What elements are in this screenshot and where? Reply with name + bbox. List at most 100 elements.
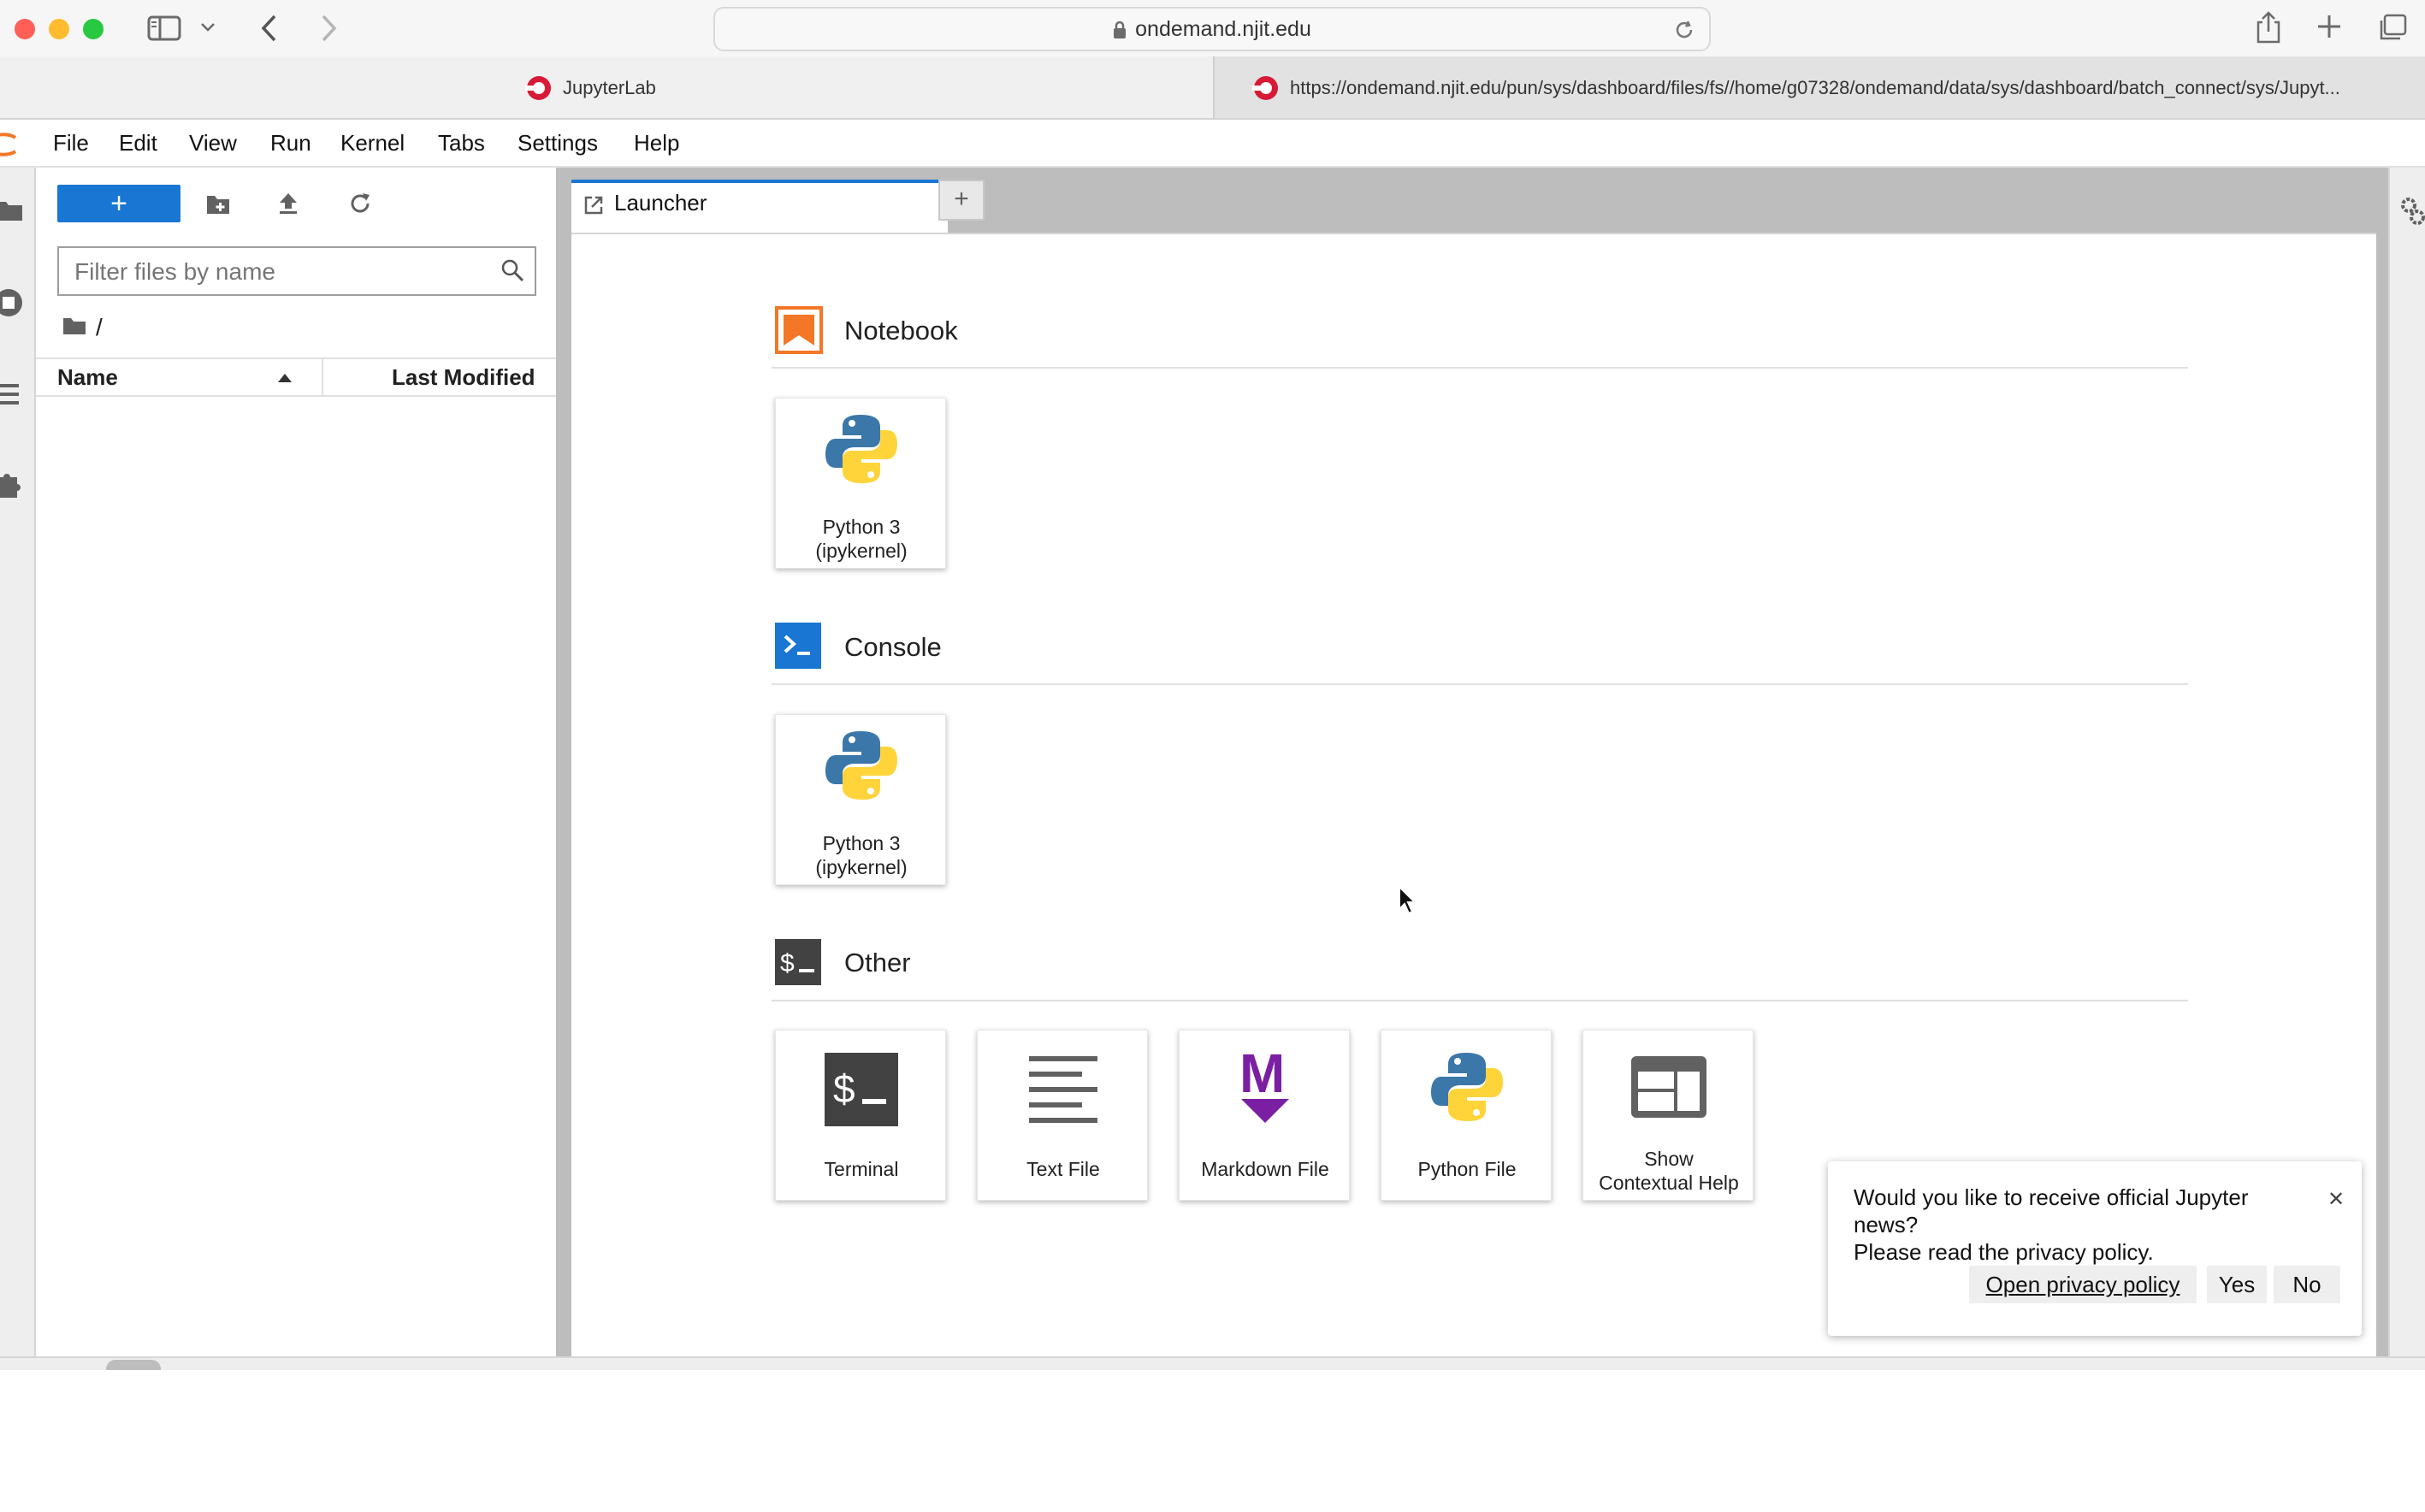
close-icon[interactable]: ✕ [2327, 1187, 2345, 1212]
refresh-icon[interactable] [348, 192, 372, 216]
svg-text:$: $ [833, 1066, 855, 1111]
menu-edit[interactable]: Edit [119, 120, 157, 166]
minimize-window-button[interactable] [49, 19, 69, 39]
dock-tabbar: Launcher + [558, 168, 2388, 233]
mouse-cursor-icon [1398, 885, 1418, 916]
launcher-icon [583, 195, 604, 216]
folder-home-icon[interactable] [62, 316, 87, 336]
card-label: Terminal [824, 1158, 899, 1180]
menu-tabs[interactable]: Tabs [438, 120, 485, 166]
close-window-button[interactable] [15, 19, 35, 39]
launcher-card-markdown-file[interactable]: M Markdown File [1179, 1030, 1350, 1201]
sort-ascending-icon [277, 373, 293, 383]
browser-tab-files[interactable]: https://ondemand.njit.edu/pun/sys/dashbo… [1213, 56, 2425, 118]
tab-overview-icon[interactable] [2378, 14, 2407, 41]
menu-kernel[interactable]: Kernel [340, 120, 405, 166]
card-label: Python 3 (ipykernel) [815, 832, 908, 878]
file-list-header: Name Last Modified [36, 357, 556, 397]
other-section-title: Other [844, 948, 911, 977]
ondemand-favicon-icon [525, 74, 553, 102]
upload-icon[interactable] [277, 192, 299, 216]
lock-icon [1113, 21, 1127, 39]
text-file-icon [1029, 1054, 1097, 1123]
yes-button[interactable]: Yes [2207, 1266, 2267, 1303]
sidebar-toggle-icon[interactable] [147, 15, 181, 42]
menu-view[interactable]: View [189, 120, 237, 166]
open-privacy-policy-button[interactable]: Open privacy policy [1969, 1266, 2197, 1303]
browser-tab-title: JupyterLab [563, 77, 656, 98]
extension-manager-icon[interactable] [0, 469, 24, 499]
card-label: Text File [1026, 1158, 1100, 1180]
card-label: Python File [1417, 1158, 1517, 1180]
launcher-card-python-file[interactable]: Python File [1381, 1030, 1552, 1201]
section-divider [772, 683, 2188, 685]
browser-tab-jupyterlab[interactable]: JupyterLab [0, 56, 1213, 118]
right-sidebar [2388, 168, 2425, 1356]
section-divider [772, 367, 2188, 369]
card-label: Markdown File [1201, 1158, 1329, 1180]
launcher-card-text-file[interactable]: Text File [977, 1030, 1148, 1201]
notebook-section-title: Notebook [844, 316, 958, 346]
column-header-name[interactable]: Name [57, 359, 118, 395]
filter-files-box [57, 246, 536, 296]
status-bar [0, 1356, 2425, 1370]
menu-run[interactable]: Run [270, 120, 311, 166]
new-tab-icon[interactable] [2316, 14, 2342, 39]
share-icon[interactable] [2255, 10, 2282, 44]
python-logo-icon [824, 411, 899, 487]
column-header-last-modified[interactable]: Last Modified [392, 359, 535, 395]
other-section-icon: $ [775, 939, 821, 985]
launcher-card-console-python3[interactable]: Python 3 (ipykernel) [775, 714, 946, 885]
filter-files-input[interactable] [73, 255, 487, 289]
svg-text:$: $ [780, 949, 795, 977]
menu-file[interactable]: File [53, 120, 89, 166]
python-logo-icon [1429, 1049, 1505, 1125]
address-bar[interactable]: ondemand.njit.edu [713, 7, 1711, 51]
card-label: Python 3 (ipykernel) [815, 516, 908, 562]
folder-icon[interactable] [0, 198, 24, 222]
new-launcher-button[interactable]: + [57, 185, 180, 222]
property-inspector-gear-icon[interactable] [2400, 197, 2425, 227]
python-logo-icon [824, 728, 899, 803]
card-label: Show Contextual Help [1599, 1148, 1739, 1194]
console-section-title: Console [844, 632, 942, 662]
console-section-icon [775, 623, 821, 669]
section-divider [772, 1000, 2188, 1001]
chevron-down-icon[interactable] [200, 22, 216, 32]
file-browser-panel: + / Name Last Modified [36, 168, 558, 1356]
terminal-icon: $ [825, 1053, 898, 1126]
running-sessions-icon[interactable] [0, 286, 26, 320]
launcher-card-contextual-help[interactable]: Show Contextual Help [1582, 1030, 1754, 1201]
menu-help[interactable]: Help [634, 120, 679, 166]
tab-launcher[interactable]: Launcher [571, 180, 948, 233]
zoom-window-button[interactable] [83, 19, 104, 39]
browser-titlebar: ondemand.njit.edu [0, 0, 2425, 56]
launcher-card-notebook-python3[interactable]: Python 3 (ipykernel) [775, 398, 946, 569]
new-folder-icon[interactable] [205, 193, 231, 216]
breadcrumb-root[interactable]: / [96, 314, 103, 341]
browser-tab-title: https://ondemand.njit.edu/pun/sys/dashbo… [1290, 77, 2340, 98]
contextual-help-icon [1631, 1056, 1706, 1118]
browser-tabstrip: JupyterLab https://ondemand.njit.edu/pun… [0, 56, 2425, 120]
search-icon [500, 258, 524, 282]
back-icon[interactable] [259, 14, 278, 43]
jupyter-logo-icon [0, 130, 21, 159]
news-notification: Would you like to receive official Jupyt… [1828, 1161, 2362, 1336]
notebook-section-icon [775, 306, 823, 354]
simple-mode-toggle[interactable] [106, 1360, 161, 1370]
add-tab-button[interactable]: + [938, 180, 985, 221]
no-button[interactable]: No [2274, 1266, 2340, 1303]
svg-text:M: M [1239, 1046, 1285, 1104]
forward-icon[interactable] [320, 14, 339, 43]
column-divider[interactable] [322, 359, 323, 395]
table-of-contents-icon[interactable] [0, 381, 24, 407]
menu-settings[interactable]: Settings [518, 120, 598, 166]
tab-launcher-label: Launcher [614, 190, 707, 216]
ondemand-favicon-icon [1252, 74, 1280, 102]
launcher-card-terminal[interactable]: $ Terminal [775, 1030, 946, 1201]
left-activity-bar [0, 168, 36, 1356]
notification-message: Would you like to receive official Jupyt… [1854, 1184, 2249, 1265]
url-text: ondemand.njit.edu [715, 9, 1709, 50]
markdown-icon: M [1238, 1046, 1292, 1125]
reload-icon[interactable] [1673, 19, 1695, 41]
